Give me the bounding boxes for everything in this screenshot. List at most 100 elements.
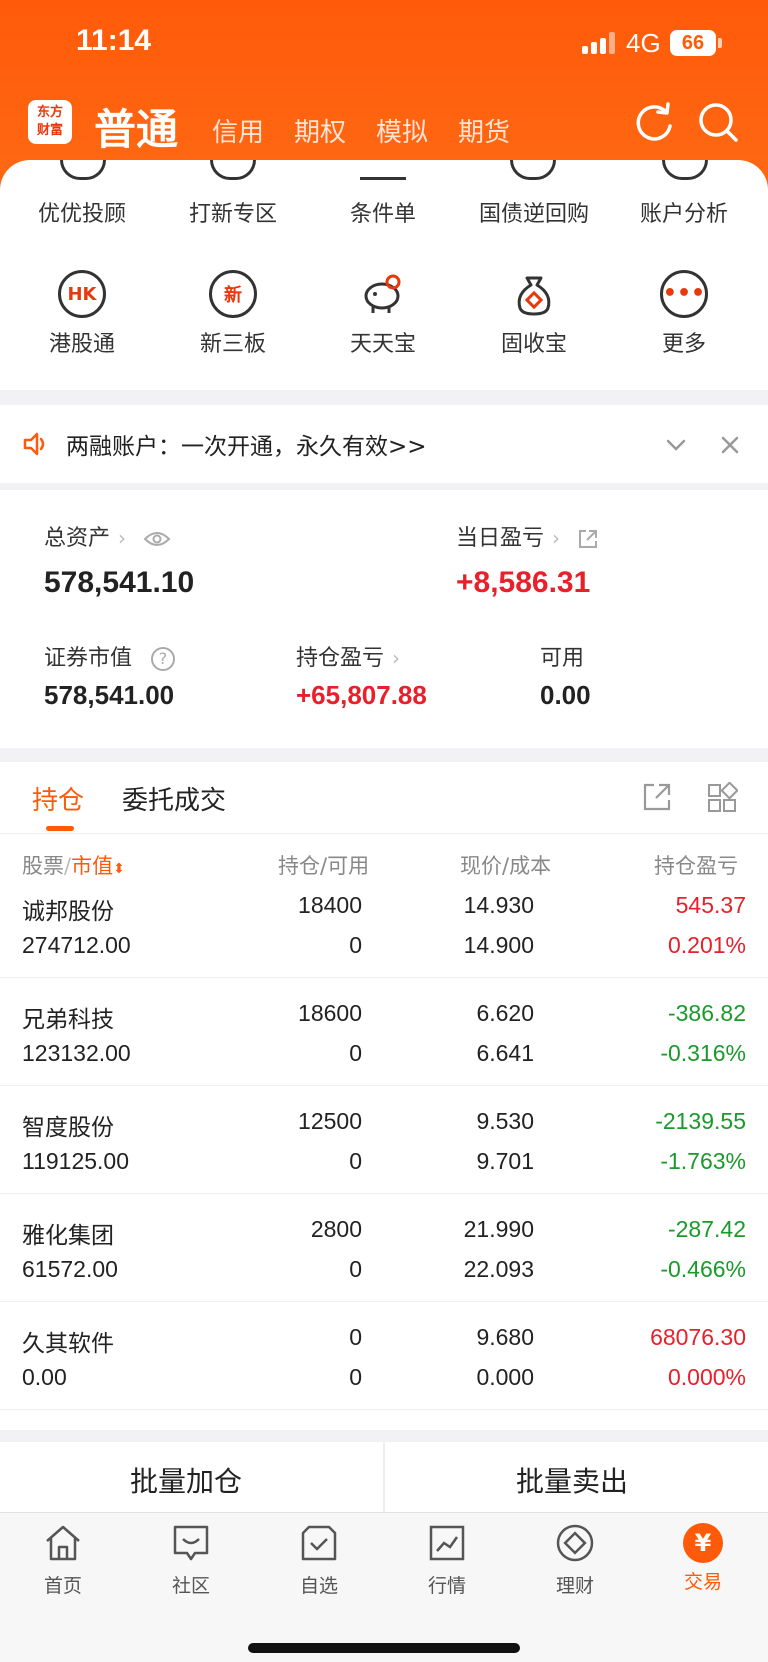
quick-item-gushoubao[interactable]: 固收宝 xyxy=(464,270,604,358)
available-label: 可用 xyxy=(540,646,585,671)
holding-pnl: -287.42 xyxy=(667,1216,746,1242)
quick-item-more[interactable]: ••• 更多 xyxy=(614,270,754,358)
tabbar-market[interactable]: 行情 xyxy=(397,1523,497,1598)
current-price: 14.930 xyxy=(463,892,534,918)
tabbar-wealth[interactable]: 理财 xyxy=(525,1523,625,1598)
cost-price: 14.900 xyxy=(463,932,534,958)
available-value: 0.00 xyxy=(540,680,591,710)
chevron-right-icon: › xyxy=(392,646,401,670)
chevron-right-icon: › xyxy=(552,526,561,550)
market-value: 578,541.00 xyxy=(44,680,175,710)
tabbar-community[interactable]: 社区 xyxy=(141,1523,241,1598)
nav-tab-simulation[interactable]: 模拟 xyxy=(376,112,428,149)
daily-pnl-value: +8,586.31 xyxy=(456,566,591,599)
nav-tab-credit[interactable]: 信用 xyxy=(212,112,264,149)
batch-actions: 批量加仓 批量卖出 xyxy=(0,1442,768,1512)
quick-item-ipo[interactable]: 打新专区 xyxy=(163,196,303,228)
notice-bar[interactable]: 两融账户：一次开通，永久有效>> xyxy=(0,405,768,483)
position-tabs: 持仓 委托成交 xyxy=(0,762,768,834)
quick-item-tiantianbao[interactable]: 天天宝 xyxy=(313,270,453,358)
home-indicator xyxy=(248,1643,520,1653)
tab-indicator xyxy=(46,826,74,831)
stock-market-value: 119125.00 xyxy=(22,1148,130,1174)
total-assets-value: 578,541.10 xyxy=(44,566,195,599)
holding-pnl-pct: 0.201% xyxy=(667,932,746,958)
app-logo[interactable]: 东方 财富 xyxy=(28,100,72,144)
available-qty: 0 xyxy=(349,1040,362,1066)
chat-icon xyxy=(173,1525,209,1561)
current-price: 9.530 xyxy=(476,1108,534,1134)
piggy-bank-icon xyxy=(364,274,401,313)
nav-tab-futures[interactable]: 期货 xyxy=(458,112,510,149)
table-row[interactable]: 兄弟科技 123132.00 18600 0 6.620 6.641 -386.82 -0.3… xyxy=(0,978,768,1086)
holding-qty: 12500 xyxy=(298,1108,362,1134)
asset-summary: 总资产 › 578,541.10 当日盈亏 › +8,586.31 证券市值 ? 5… xyxy=(0,490,768,748)
market-value-label: 证券市值 ? xyxy=(44,640,176,672)
yuan-icon: ¥ xyxy=(683,1523,723,1563)
top-nav: 东方 财富 普通 信用 期权 模拟 期货 xyxy=(0,92,768,156)
current-price: 21.990 xyxy=(463,1216,534,1242)
cost-price: 22.093 xyxy=(463,1256,534,1282)
signal-icon xyxy=(582,32,616,54)
stock-name: 诚邦股份 xyxy=(22,898,114,924)
tab-orders[interactable]: 委托成交 xyxy=(122,780,226,817)
stock-name: 兄弟科技 xyxy=(22,1006,114,1032)
total-assets-label[interactable]: 总资产 › xyxy=(44,520,171,552)
available-qty: 0 xyxy=(349,1256,362,1282)
speaker-icon xyxy=(23,432,45,456)
refresh-icon[interactable] xyxy=(632,100,676,144)
tabbar-home[interactable]: 首页 xyxy=(13,1523,113,1598)
battery-icon: 66 xyxy=(670,30,722,56)
quick-item-hk-connect[interactable]: HK 港股通 xyxy=(12,270,152,358)
table-row[interactable]: 诚邦股份 274712.00 18400 0 14.930 14.900 545.37 0.2… xyxy=(0,870,768,978)
holding-pnl: 545.37 xyxy=(675,892,746,918)
home-icon xyxy=(46,1525,80,1561)
tabbar-watchlist[interactable]: 自选 xyxy=(269,1523,369,1598)
nav-tab-normal[interactable]: 普通 xyxy=(94,96,178,157)
stock-name: 久其软件 xyxy=(22,1330,114,1356)
holding-pnl: -386.82 xyxy=(667,1000,746,1026)
holding-qty: 18600 xyxy=(298,1000,362,1026)
daily-pnl-label[interactable]: 当日盈亏 › xyxy=(456,520,599,552)
share-icon[interactable] xyxy=(642,782,672,812)
quick-item-repo[interactable]: 国债逆回购 xyxy=(464,196,604,228)
quick-item-account-analysis[interactable]: 账户分析 xyxy=(614,196,754,228)
money-bag-icon xyxy=(517,276,551,316)
close-icon[interactable] xyxy=(718,433,742,457)
stock-market-value: 61572.00 xyxy=(22,1256,118,1282)
status-time: 11:14 xyxy=(76,24,152,57)
batch-buy-button[interactable]: 批量加仓 xyxy=(130,1460,242,1500)
holding-pnl-pct: -0.466% xyxy=(660,1256,746,1282)
network-type: 4G xyxy=(626,28,661,58)
table-row[interactable]: 智度股份 119125.00 12500 0 9.530 9.701 -2139.55 -1.… xyxy=(0,1086,768,1194)
stock-market-value: 274712.00 xyxy=(22,932,131,958)
current-price: 9.680 xyxy=(476,1324,534,1350)
cost-price: 0.000 xyxy=(476,1364,534,1390)
chevron-down-icon[interactable] xyxy=(664,433,688,457)
quick-item-advisor[interactable]: 优优投顾 xyxy=(12,196,152,228)
condition-order-icon xyxy=(360,160,406,180)
help-icon[interactable]: ? xyxy=(151,647,176,671)
notice-text[interactable]: 两融账户：一次开通，永久有效>> xyxy=(66,427,427,461)
nav-tab-options[interactable]: 期权 xyxy=(294,112,346,149)
quick-item-new-third-board[interactable]: 新 新三板 xyxy=(163,270,303,358)
holding-pnl-label[interactable]: 持仓盈亏 › xyxy=(296,640,400,672)
repo-icon xyxy=(510,160,556,180)
eye-icon[interactable] xyxy=(143,529,171,549)
grid-view-icon[interactable] xyxy=(706,782,738,814)
tab-holdings[interactable]: 持仓 xyxy=(32,780,84,817)
batch-sell-button[interactable]: 批量卖出 xyxy=(516,1460,628,1500)
available-qty: 0 xyxy=(349,1148,362,1174)
tabbar-trade[interactable]: ¥ 交易 xyxy=(653,1523,753,1594)
search-icon[interactable] xyxy=(696,100,740,144)
holding-pnl: -2139.55 xyxy=(655,1108,746,1134)
stock-name: 雅化集团 xyxy=(22,1222,114,1248)
table-row[interactable]: 雅化集团 61572.00 2800 0 21.990 22.093 -287.42 -0.4… xyxy=(0,1194,768,1302)
available-qty: 0 xyxy=(349,932,362,958)
quick-item-condition-order[interactable]: 条件单 xyxy=(313,196,453,228)
checkbox-icon xyxy=(301,1525,337,1561)
external-link-icon[interactable] xyxy=(577,528,599,550)
positions-panel: 持仓 委托成交 股票/市值⬍ 持仓/可用 现价/成本 持仓盈亏 诚邦股份 2747… xyxy=(0,762,768,1430)
hk-icon: HK xyxy=(58,270,106,318)
table-row[interactable]: 久其软件 0.00 0 0 9.680 0.000 68076.30 0.000% xyxy=(0,1302,768,1410)
